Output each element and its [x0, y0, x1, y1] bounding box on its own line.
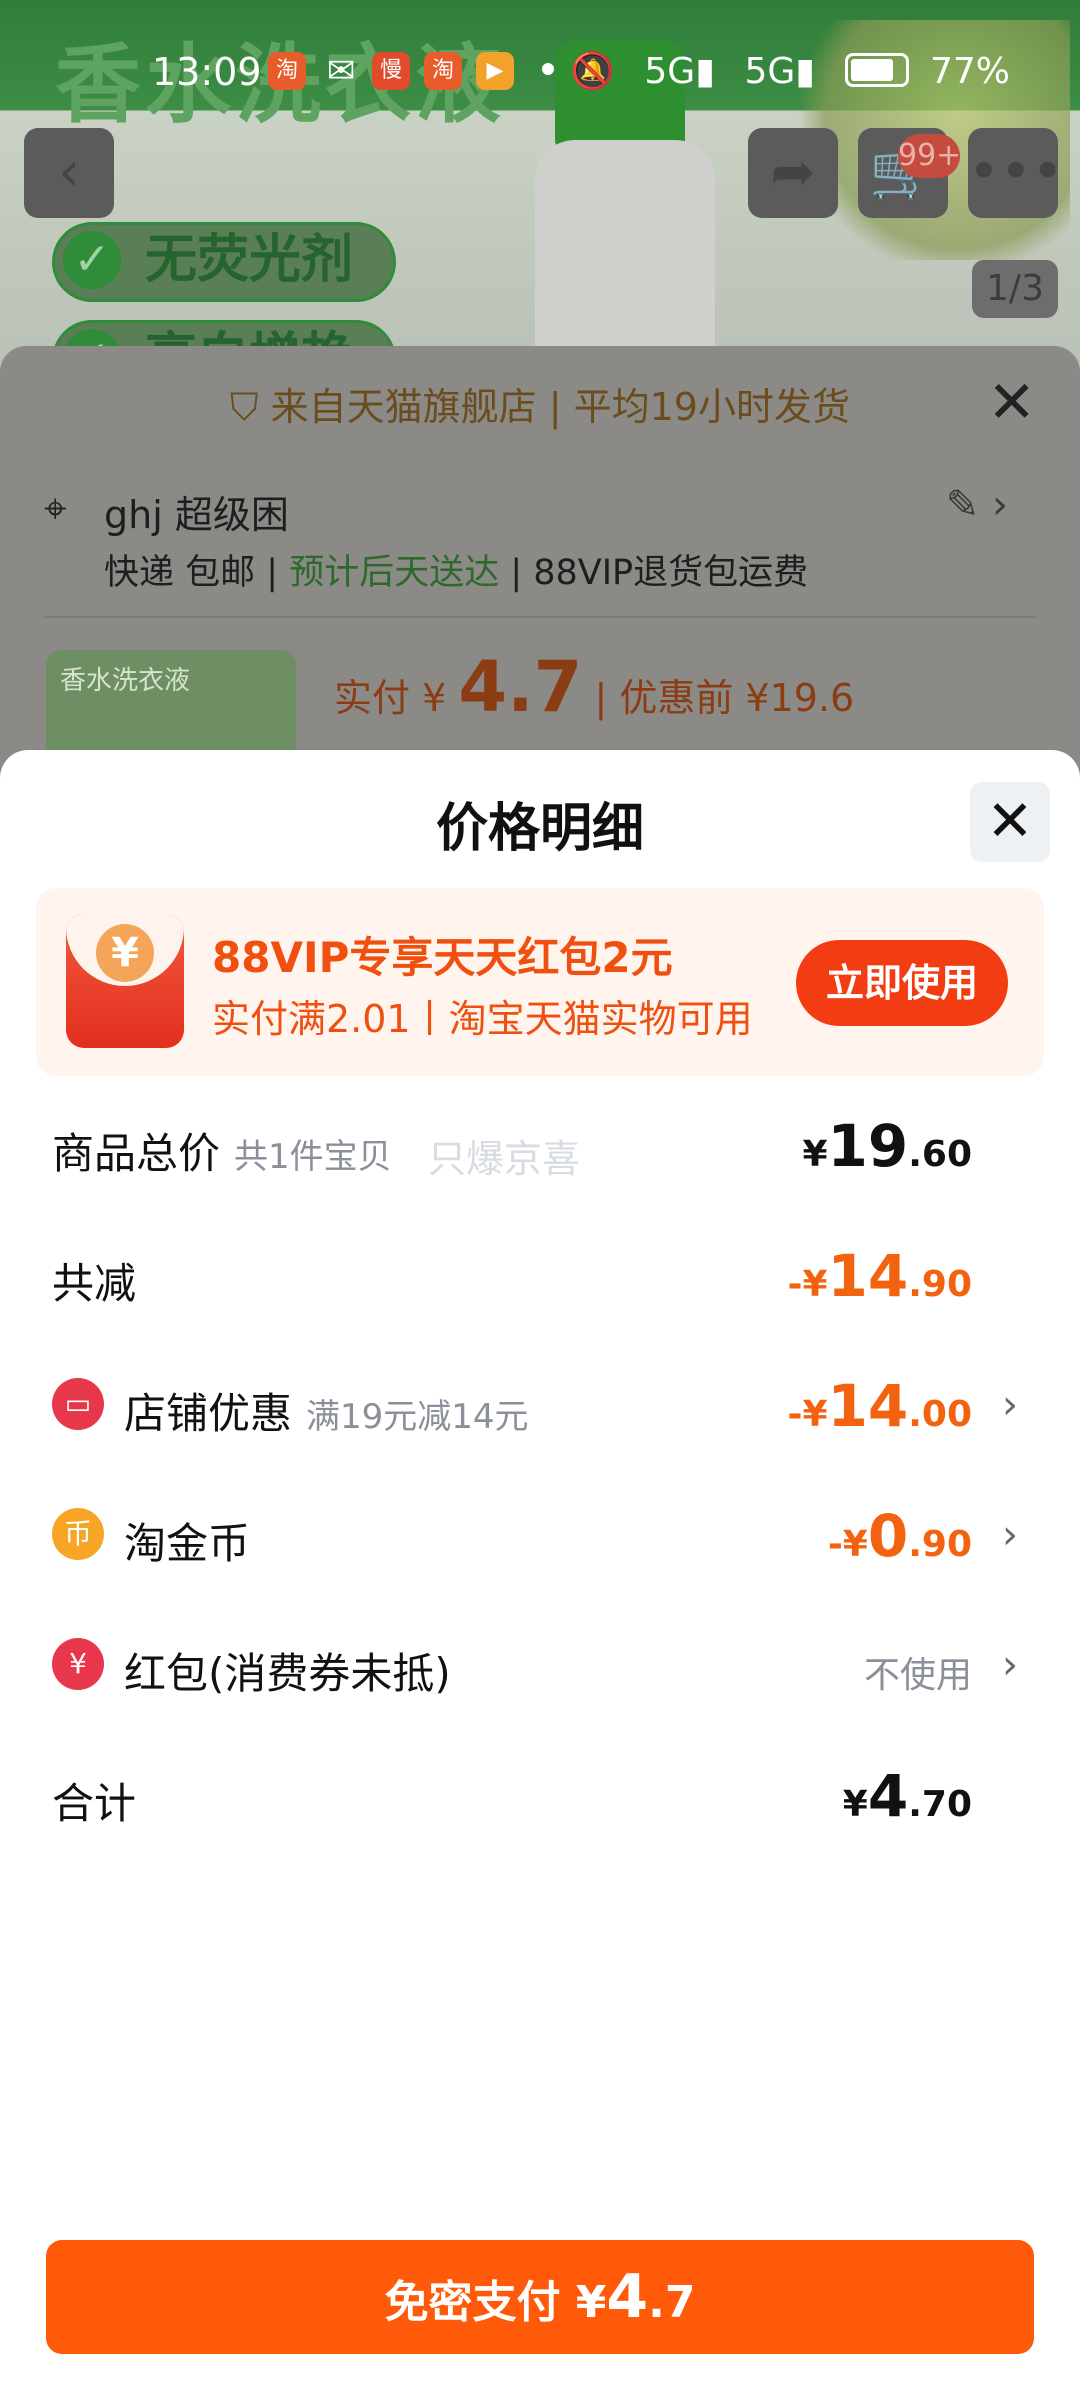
- total-discount-amount: -¥14.90: [787, 1242, 972, 1310]
- promo-title: 88VIP专享天天红包2元: [212, 933, 673, 982]
- grand-total-amount: ¥4.70: [842, 1762, 972, 1830]
- more-notifications-dot: [542, 63, 554, 75]
- location-pin-icon: ⌖: [44, 486, 67, 532]
- red-packet-icon: ¥: [66, 914, 184, 1048]
- app-notification-icon: 慢: [372, 52, 410, 90]
- back-button[interactable]: ‹: [24, 128, 114, 218]
- sheet-title: 价格明细: [435, 799, 644, 859]
- shield-icon: ⛉: [230, 385, 259, 429]
- total-discount-row: 共减 -¥14.90: [52, 1242, 972, 1310]
- taojinbi-row[interactable]: 币 淘金币 -¥0.90 ›: [52, 1498, 1028, 1578]
- video-app-icon: ▶: [476, 52, 514, 90]
- status-time: 13:09: [152, 50, 262, 94]
- share-button[interactable]: ➦: [748, 128, 838, 218]
- close-icon[interactable]: ✕: [987, 368, 1036, 436]
- cart-badge: 99+: [898, 134, 961, 178]
- chevron-right-icon: ›: [1002, 1512, 1018, 1558]
- close-button[interactable]: ✕: [970, 782, 1050, 862]
- goods-total-row: 商品总价 共1件宝贝 ¥19.60: [52, 1112, 972, 1180]
- store-discount-row[interactable]: ▭ 店铺优惠 满19元减14元 -¥14.00 ›: [52, 1368, 1028, 1448]
- signal-icon: 5G▮: [744, 51, 816, 92]
- taojinbi-amount: -¥0.90: [827, 1502, 972, 1570]
- divider: [44, 616, 1036, 618]
- feature-tag: ✓ 无荧光剂: [52, 222, 397, 302]
- grand-total-row: 合计 ¥4.70: [52, 1762, 972, 1830]
- taobao-app-icon: 淘: [424, 52, 462, 90]
- battery-percent: 77%: [929, 51, 1010, 92]
- store-info: ⛉ 来自天猫旗舰店 | 平均19小时发货: [230, 385, 850, 429]
- edit-icon[interactable]: ✎ ›: [946, 482, 1008, 528]
- close-icon: ✕: [986, 789, 1034, 854]
- wechat-icon: ✉: [326, 51, 356, 91]
- red-packet-status: 不使用: [863, 1655, 972, 1696]
- promo-subtitle: 实付满2.01丨淘宝天猫实物可用: [212, 997, 753, 1041]
- chevron-right-icon: ›: [1002, 1642, 1018, 1688]
- taobao-app-icon: 淘: [268, 52, 306, 90]
- more-button[interactable]: •••: [968, 128, 1064, 218]
- chevron-right-icon: ›: [1002, 1382, 1018, 1428]
- image-pager: 1/3: [972, 260, 1058, 318]
- password-free-pay-button[interactable]: 免密支付 ¥4.7: [46, 2240, 1034, 2354]
- vip-redpacket-banner: ¥ 88VIP专享天天红包2元 实付满2.01丨淘宝天猫实物可用 立即使用: [36, 888, 1044, 1076]
- shipping-info: 快递 包邮 | 预计后天送达 | 88VIP退货包运费: [104, 553, 809, 593]
- goods-total-amount: ¥19.60: [802, 1112, 972, 1180]
- status-right: 🔕 5G▮ 5G▮ 77%: [570, 50, 1010, 92]
- paid-price: 实付 ¥ 4.7 | 优惠前 ¥19.6: [334, 646, 855, 728]
- price-detail-sheet: 价格明细 ✕ ¥ 88VIP专享天天红包2元 实付满2.01丨淘宝天猫实物可用 …: [0, 750, 1080, 2400]
- red-packet-icon: ¥: [52, 1638, 104, 1690]
- signal-icon: 5G▮: [644, 51, 715, 92]
- red-packet-row[interactable]: ¥ 红包(消费券未抵) 不使用 ›: [52, 1628, 1028, 1708]
- store-discount-amount: -¥14.00: [787, 1372, 972, 1440]
- check-icon: ✓: [63, 231, 121, 289]
- mute-icon: 🔕: [570, 51, 615, 92]
- coin-icon: 币: [52, 1508, 104, 1560]
- store-coupon-icon: ▭: [52, 1378, 104, 1430]
- status-bar: 13:09 淘 ✉ 慢 淘 ▶ 🔕 5G▮ 5G▮ 77%: [0, 0, 1080, 120]
- use-now-button[interactable]: 立即使用: [796, 940, 1008, 1026]
- address[interactable]: ghj 超级困: [104, 484, 289, 539]
- battery-icon: [844, 53, 909, 87]
